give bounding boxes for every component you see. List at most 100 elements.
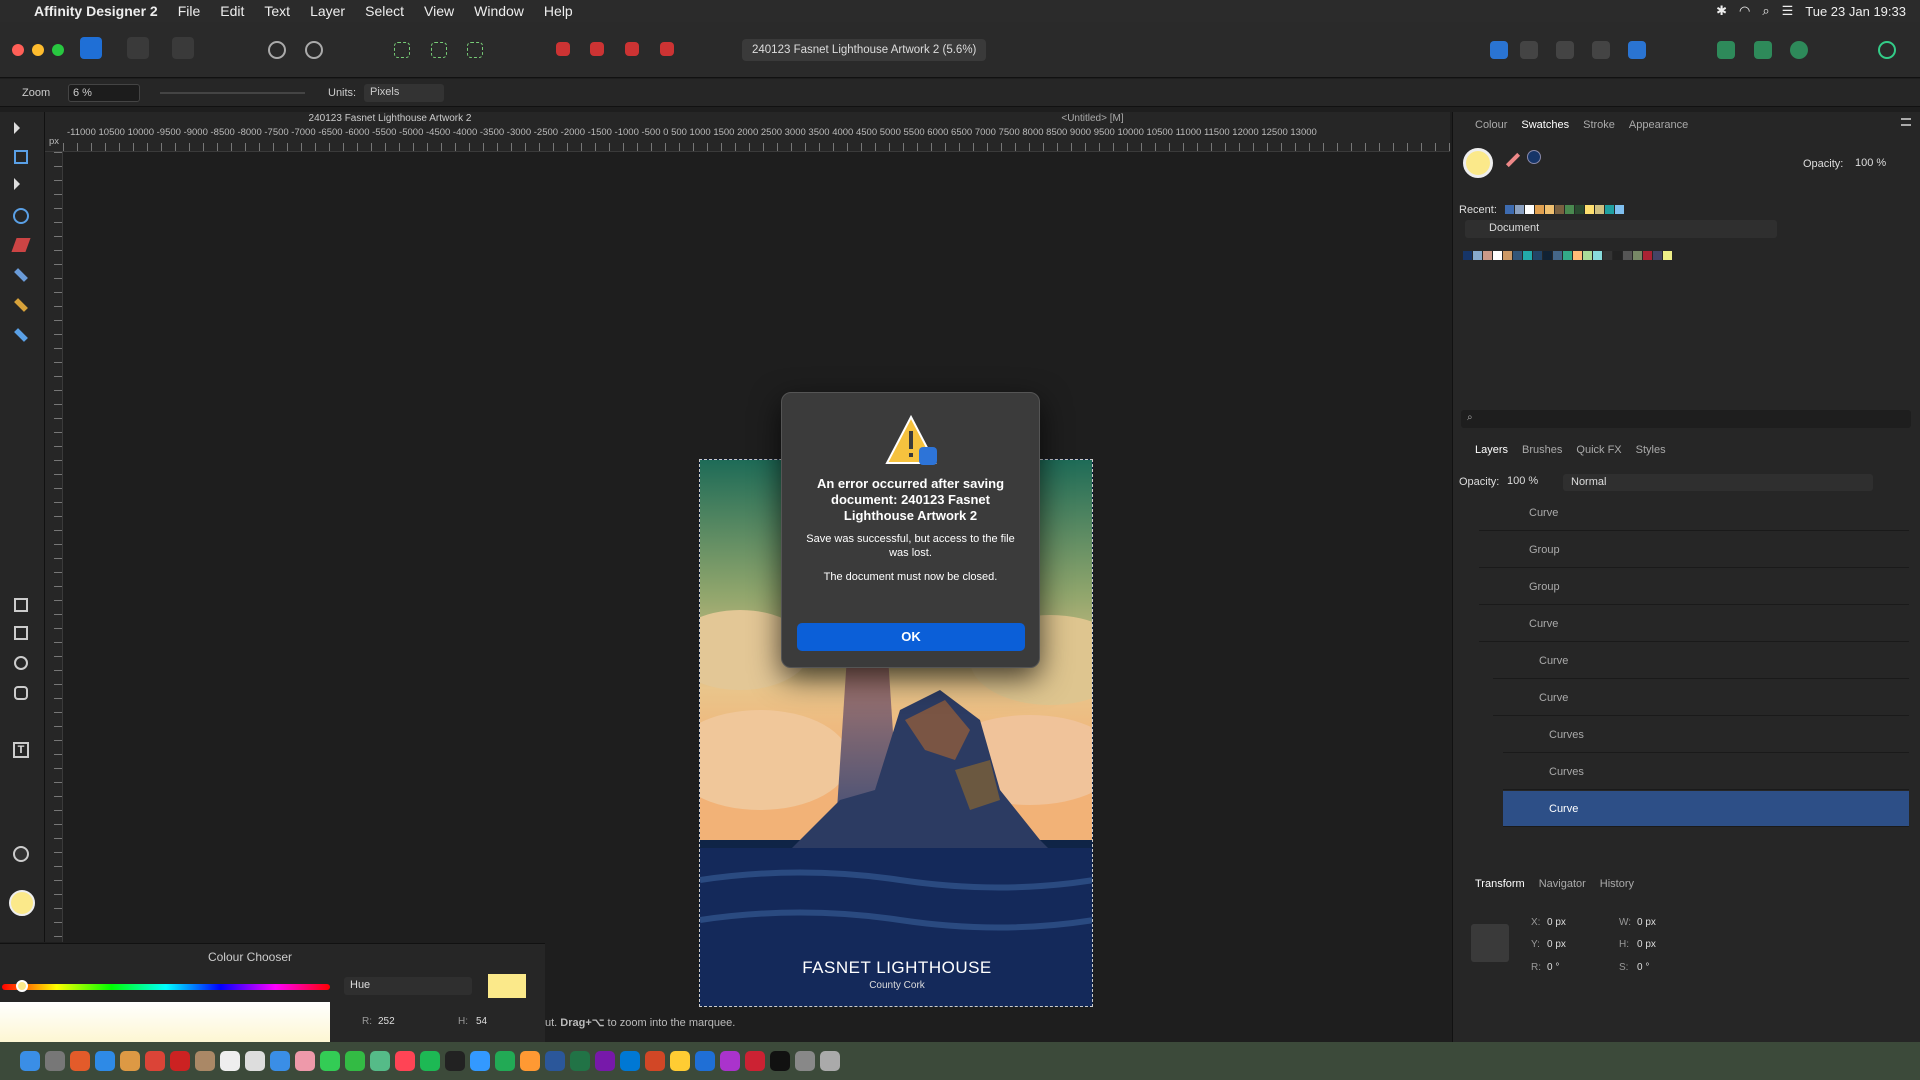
- fill-tool-icon[interactable]: [14, 328, 28, 342]
- app-menu[interactable]: Affinity Designer 2: [20, 3, 168, 19]
- layer-row[interactable]: Curves: [1503, 754, 1909, 790]
- tab-layers[interactable]: Layers: [1475, 444, 1508, 456]
- arrange-forward-icon[interactable]: [625, 42, 639, 56]
- keynote-icon[interactable]: [470, 1051, 490, 1071]
- music-icon[interactable]: [395, 1051, 415, 1071]
- document-swatches[interactable]: [1463, 249, 1673, 263]
- facetime-icon[interactable]: [345, 1051, 365, 1071]
- layer-row[interactable]: Group: [1479, 569, 1909, 605]
- tab-quick-fx[interactable]: Quick FX: [1576, 444, 1621, 456]
- arrange-front-icon[interactable]: [660, 42, 674, 56]
- layer-row[interactable]: Curve: [1493, 643, 1909, 679]
- saturation-box[interactable]: [0, 1002, 330, 1044]
- arrange-back-icon[interactable]: [556, 42, 570, 56]
- hue-slider[interactable]: [2, 984, 330, 990]
- numbers-icon[interactable]: [495, 1051, 515, 1071]
- maps-icon[interactable]: [370, 1051, 390, 1071]
- units-select[interactable]: Pixels: [364, 84, 444, 102]
- move-tool-icon[interactable]: [14, 122, 20, 134]
- layer-row[interactable]: Curve: [1493, 680, 1909, 716]
- zoom-window-button[interactable]: [52, 44, 64, 56]
- photos-icon[interactable]: [295, 1051, 315, 1071]
- brave-icon[interactable]: [120, 1051, 140, 1071]
- photo-icon[interactable]: [720, 1051, 740, 1071]
- spotify-icon[interactable]: [420, 1051, 440, 1071]
- export-persona-icon[interactable]: [172, 37, 194, 59]
- powerpoint-icon[interactable]: [645, 1051, 665, 1071]
- word-icon[interactable]: [545, 1051, 565, 1071]
- panel-menu-icon[interactable]: [1901, 118, 1911, 126]
- menu-edit[interactable]: Edit: [210, 3, 254, 19]
- text-tool-icon[interactable]: T: [13, 742, 29, 758]
- menu-select[interactable]: Select: [355, 3, 414, 19]
- crop-tool-icon[interactable]: [14, 598, 28, 612]
- layers-opacity-field[interactable]: 100 %: [1503, 474, 1553, 490]
- firefox-icon[interactable]: [70, 1051, 90, 1071]
- menu-view[interactable]: View: [414, 3, 464, 19]
- tab-stroke[interactable]: Stroke: [1583, 119, 1615, 131]
- x-field[interactable]: 0 px: [1547, 917, 1566, 928]
- layer-row[interactable]: Curves: [1503, 717, 1909, 753]
- rounded-rect-tool-icon[interactable]: [14, 686, 28, 700]
- account-icon[interactable]: [1878, 41, 1896, 59]
- shear-field[interactable]: 0 °: [1637, 962, 1649, 973]
- calendar-icon[interactable]: [220, 1051, 240, 1071]
- menu-text[interactable]: Text: [254, 3, 300, 19]
- swatch-search-input[interactable]: ⌕: [1461, 410, 1911, 428]
- artboard-tool-icon[interactable]: [14, 150, 28, 164]
- hue-slider-handle[interactable]: [16, 980, 28, 992]
- designer-icon[interactable]: [695, 1051, 715, 1071]
- layer-row[interactable]: Curve: [1479, 495, 1909, 531]
- studio-icon[interactable]: [1754, 41, 1772, 59]
- mail-icon[interactable]: [270, 1051, 290, 1071]
- minimize-window-button[interactable]: [32, 44, 44, 56]
- h-field[interactable]: 0 px: [1637, 939, 1656, 950]
- messages-icon[interactable]: [320, 1051, 340, 1071]
- excel-icon[interactable]: [570, 1051, 590, 1071]
- tab-transform[interactable]: Transform: [1475, 878, 1525, 890]
- geometry-intersect-icon[interactable]: [1556, 41, 1574, 59]
- vector-brush-icon[interactable]: [14, 298, 28, 312]
- corner-tool-icon[interactable]: [13, 208, 29, 224]
- launchpad-icon[interactable]: [45, 1051, 65, 1071]
- tab-brushes[interactable]: Brushes: [1522, 444, 1562, 456]
- geometry-divide-icon[interactable]: [1628, 41, 1646, 59]
- menu-layer[interactable]: Layer: [300, 3, 355, 19]
- chrome-icon[interactable]: [145, 1051, 165, 1071]
- palette-select[interactable]: Document: [1465, 220, 1777, 238]
- opacity-field[interactable]: 100 %: [1851, 156, 1903, 172]
- geometry-add-icon[interactable]: [1490, 41, 1508, 59]
- node-tool-icon[interactable]: [14, 178, 20, 190]
- rotation-field[interactable]: 0 °: [1547, 962, 1559, 973]
- geometry-xor-icon[interactable]: [1592, 41, 1610, 59]
- blend-mode-select[interactable]: Normal: [1563, 474, 1873, 491]
- fill-stroke-well[interactable]: [1463, 148, 1493, 178]
- color-icon[interactable]: [1790, 41, 1808, 59]
- swatch-dark-blue[interactable]: [1527, 150, 1541, 164]
- wifi-icon[interactable]: ◠: [1739, 3, 1750, 19]
- tab-colour[interactable]: Colour: [1475, 119, 1507, 131]
- tab-history[interactable]: History: [1600, 878, 1634, 890]
- arrange-backward-icon[interactable]: [590, 42, 604, 56]
- clock[interactable]: Tue 23 Jan 19:33: [1805, 4, 1906, 19]
- tab-active-document[interactable]: 240123 Fasnet Lighthouse Artwork 2: [45, 113, 735, 124]
- tab-swatches[interactable]: Swatches: [1521, 119, 1569, 131]
- eyedropper-icon[interactable]: [1505, 152, 1521, 168]
- menu-help[interactable]: Help: [534, 3, 583, 19]
- ellipse-tool-icon[interactable]: [14, 656, 28, 670]
- zoom-field[interactable]: 6 %: [68, 84, 140, 102]
- publisher-icon[interactable]: [745, 1051, 765, 1071]
- tab-appearance[interactable]: Appearance: [1629, 119, 1688, 131]
- app-icon[interactable]: [195, 1051, 215, 1071]
- r-channel-field[interactable]: 252: [378, 1016, 395, 1027]
- recent-swatches[interactable]: [1505, 203, 1625, 217]
- search-icon[interactable]: ⌕: [1762, 3, 1769, 19]
- pencil-tool-icon[interactable]: [14, 268, 28, 282]
- distribute-icon[interactable]: [467, 42, 483, 58]
- layer-row-selected[interactable]: Curve: [1503, 791, 1909, 827]
- y-field[interactable]: 0 px: [1547, 939, 1566, 950]
- settings-app-icon[interactable]: [795, 1051, 815, 1071]
- control-center-icon[interactable]: ☰: [1782, 3, 1794, 19]
- pen-tool-icon[interactable]: [11, 238, 31, 252]
- rectangle-tool-icon[interactable]: [14, 626, 28, 640]
